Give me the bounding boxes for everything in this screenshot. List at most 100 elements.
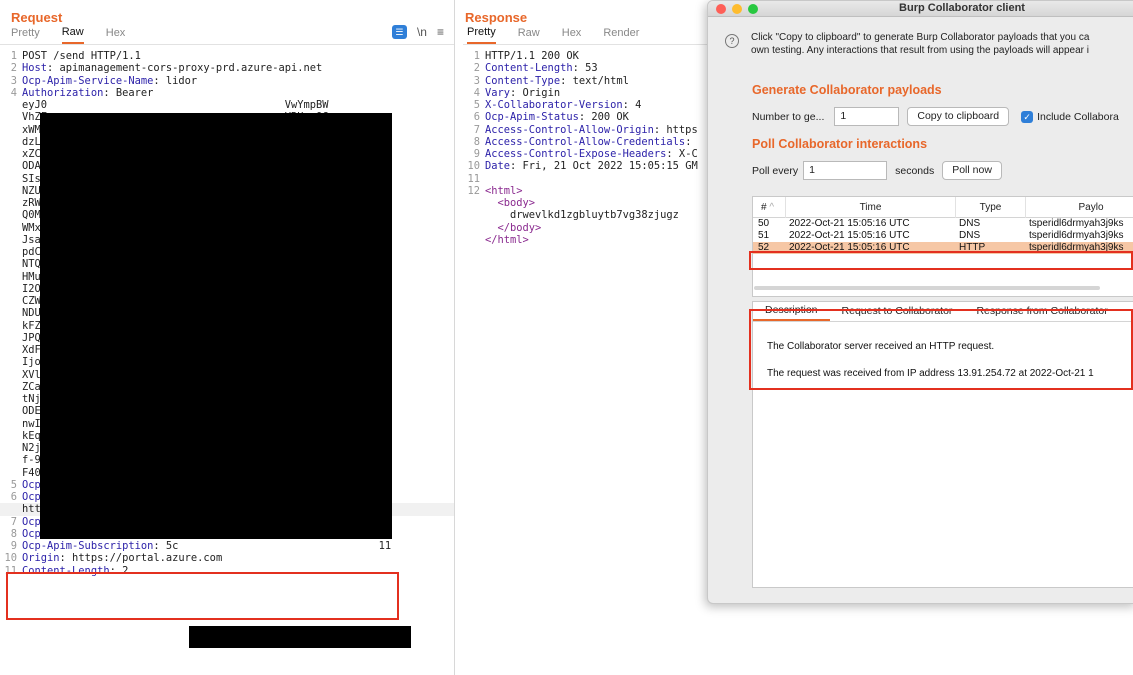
- col-header-payload[interactable]: Paylo: [1026, 197, 1133, 218]
- header-key: Ocp-Apim-Status: [485, 111, 579, 124]
- header-key: Ocp-Apim-Service-Name: [22, 74, 154, 87]
- header-key: Content-Type: [485, 74, 561, 87]
- header-key: Vary: [485, 86, 511, 99]
- copy-to-clipboard-button[interactable]: Copy to clipboard: [907, 107, 1010, 126]
- line-number: 8: [10, 527, 17, 540]
- number-input[interactable]: 1: [834, 107, 900, 126]
- request-pane: Request Pretty Raw Hex ☰ \n ≡ 1 POST /sen…: [0, 0, 455, 675]
- code-line: 1 HTTP/1.1 200 OK: [463, 50, 713, 62]
- line-text: : lidor: [153, 74, 198, 87]
- line-text: <body>: [485, 197, 536, 209]
- line-number: 9: [473, 148, 480, 160]
- line-text: :: [685, 135, 692, 148]
- line-number: 9: [10, 540, 17, 552]
- cell-num: 51: [758, 230, 770, 241]
- header-key: Content-Length: [485, 62, 573, 75]
- line-text: : Origin: [510, 86, 561, 99]
- code-line: 9 Ocp-Apim-Subscription: 5c 11: [0, 540, 454, 552]
- col-header-type[interactable]: Type: [956, 197, 1026, 218]
- wrap-toggle-icon[interactable]: ☰: [391, 25, 407, 39]
- code-line: 4 Authorization: Bearer: [0, 87, 454, 99]
- col-header-time[interactable]: Time: [786, 197, 956, 218]
- line-number: 7: [473, 123, 480, 136]
- cell-time: 2022-Oct-21 15:05:16 UTC: [789, 230, 910, 241]
- code-line: 2 Content-Length: 53: [463, 62, 713, 74]
- response-tab-render[interactable]: Render: [603, 22, 639, 44]
- col-header-num[interactable]: # ^: [753, 197, 786, 218]
- code-line: 11: [463, 173, 713, 185]
- line-text: : Bearer: [103, 86, 154, 99]
- code-line: 2 Host: apimanagement-cors-proxy-prd.azur…: [0, 62, 454, 74]
- line-number: 11: [467, 172, 480, 185]
- code-line: </html>: [463, 234, 713, 246]
- code-line: 10 Origin: https://portal.azure.com: [0, 552, 454, 564]
- horizontal-scrollbar[interactable]: [754, 286, 1100, 290]
- cell-payload: tsperidl6drmyah3j9ks: [1029, 230, 1124, 241]
- request-title: Request: [11, 10, 63, 25]
- poll-heading: Poll Collaborator interactions: [752, 137, 928, 151]
- newline-toggle-icon[interactable]: \n: [417, 25, 427, 39]
- window-titlebar: Burp Collaborator client: [708, 1, 1133, 17]
- line-text: : Fri, 21 Oct 2022 15:05:15 GM: [510, 160, 698, 173]
- line-number: 10: [4, 552, 17, 565]
- code-line: 8 Access-Control-Allow-Credentials:: [463, 136, 713, 148]
- line-number: 10: [467, 160, 480, 173]
- ssrf-highlight-box: [6, 572, 399, 620]
- cell-num: 50: [758, 218, 770, 229]
- line-number: 3: [10, 74, 17, 87]
- response-tab-hex[interactable]: Hex: [562, 22, 582, 44]
- response-editor[interactable]: 1 HTTP/1.1 200 OK 2 Content-Length: 53 3 Cont…: [463, 45, 713, 246]
- header-key: Host: [22, 62, 48, 75]
- include-label: Include Collabora: [1037, 110, 1119, 123]
- poll-now-button[interactable]: Poll now: [942, 161, 1002, 180]
- seconds-label: seconds: [895, 164, 935, 177]
- response-tab-pretty[interactable]: Pretty: [467, 22, 496, 44]
- code-line: 3 Content-Type: text/html: [463, 75, 713, 87]
- line-number: 2: [10, 62, 17, 75]
- help-icon[interactable]: ?: [725, 34, 739, 48]
- code-line: 6 Ocp-Apim-Status: 200 OK: [463, 111, 713, 123]
- interactions-table: # ^ Time Type Paylo 50 2022-Oct-21 15:05:…: [752, 196, 1133, 297]
- line-number: 4: [473, 86, 480, 99]
- line-number: 6: [10, 491, 17, 503]
- code-line: eyJ0 VwYmpBW: [0, 99, 454, 111]
- poll-interval-input[interactable]: 1: [803, 161, 888, 180]
- header-key: Access-Control-Allow-Credentials: [485, 135, 686, 148]
- info-line-2: own testing. Any interactions that resul…: [751, 45, 1089, 56]
- request-tab-hex[interactable]: Hex: [106, 22, 126, 44]
- menu-icon[interactable]: ≡: [437, 25, 444, 39]
- line-number: 6: [473, 111, 480, 124]
- line-number: 1: [10, 50, 17, 62]
- header-key: Date: [485, 160, 511, 173]
- cell-time: 2022-Oct-21 15:05:16 UTC: [789, 218, 910, 229]
- header-key: X-Collaborator-Version: [485, 99, 623, 111]
- line-text: POST /send HTTP/1.1: [22, 50, 141, 62]
- response-tab-raw[interactable]: Raw: [518, 22, 540, 44]
- header-key: Authorization: [22, 86, 104, 99]
- cell-type: DNS: [959, 218, 981, 229]
- request-tab-raw[interactable]: Raw: [61, 22, 84, 44]
- poll-row: Poll every 1 seconds Poll now: [708, 161, 1133, 180]
- http-row-highlight-box: [749, 251, 1133, 270]
- line-number: 12: [467, 184, 480, 197]
- include-checkbox-icon[interactable]: ✓: [1021, 110, 1034, 123]
- window-title: Burp Collaborator client: [899, 2, 1025, 14]
- line-text: : https: [653, 123, 698, 136]
- collaborator-window: Burp Collaborator client ? Click "Copy t…: [707, 0, 1133, 604]
- table-row[interactable]: 50 2022-Oct-21 15:05:16 UTC DNS tsperidl6dr…: [753, 218, 1133, 230]
- header-key: Access-Control-Allow-Origin: [485, 123, 654, 136]
- code-line: 4 Vary: Origin: [463, 87, 713, 99]
- line-number: 7: [10, 515, 17, 528]
- request-toolbar: ☰ \n ≡: [391, 25, 444, 39]
- response-tabs: Pretty Raw Hex Render: [463, 22, 713, 45]
- header-key: Origin: [22, 552, 60, 565]
- request-tab-pretty[interactable]: Pretty: [11, 22, 40, 44]
- table-row[interactable]: 51 2022-Oct-21 15:05:16 UTC DNS tsperidl6dr…: [753, 230, 1133, 242]
- header-key: Ocp-Apim-Subscription: [22, 540, 154, 552]
- line-text: : X-C: [666, 148, 698, 160]
- cell-payload: tsperidl6drmyah3j9ks: [1029, 218, 1124, 229]
- line-text: : 4: [622, 99, 642, 111]
- line-text: : 5c 11: [153, 540, 392, 552]
- line-text: : apimanagement-cors-proxy-prd.azure-api…: [47, 62, 323, 75]
- code-line: 5 X-Collaborator-Version: 4: [463, 99, 713, 111]
